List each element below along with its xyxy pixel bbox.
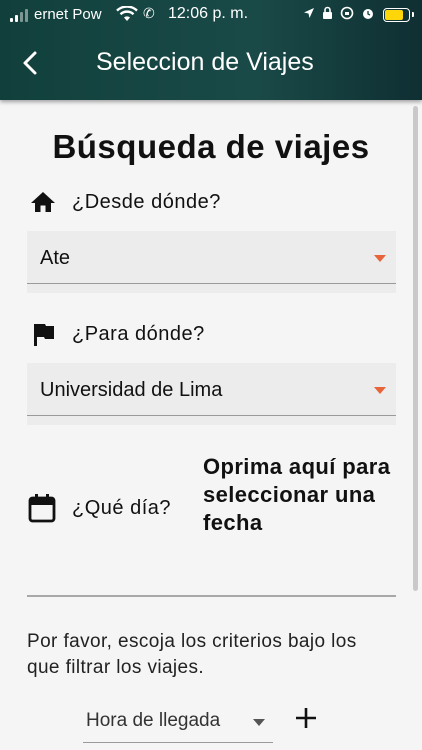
scrollbar[interactable] — [413, 106, 418, 591]
alarm-icon — [363, 9, 373, 19]
destination-dropdown-underlay — [27, 416, 396, 425]
select-date-button[interactable]: Oprima aquí para seleccionar una fecha — [203, 453, 393, 537]
dropdown-arrow-icon — [374, 387, 386, 394]
dropdown-arrow-icon — [374, 255, 386, 262]
chevron-down-icon — [253, 719, 265, 726]
home-icon — [31, 192, 55, 212]
chevron-left-icon[interactable] — [18, 50, 44, 76]
origin-selected-value: Ate — [40, 247, 71, 269]
origin-label: ¿Desde dónde? — [72, 191, 221, 213]
date-label: ¿Qué día? — [72, 497, 172, 519]
app-bar-title: Seleccion de Viajes — [96, 48, 314, 76]
destination-label: ¿Para dónde? — [72, 323, 205, 345]
origin-dropdown-underlay — [27, 284, 396, 293]
battery-icon — [383, 8, 414, 22]
rotation-lock-icon — [340, 6, 354, 20]
origin-dropdown[interactable]: Ate — [27, 231, 396, 284]
wifi-icon — [116, 6, 138, 21]
destination-dropdown[interactable]: Universidad de Lima — [27, 363, 396, 416]
filter-selected-value: Hora de llegada — [86, 710, 221, 731]
plus-icon[interactable] — [294, 706, 318, 730]
status-icons — [303, 6, 375, 20]
page-title: Búsqueda de viajes — [52, 128, 370, 165]
status-bar: ernet Pow ✆ 12:06 p. m. — [0, 0, 422, 30]
status-time: 12:06 p. m. — [168, 5, 249, 22]
app-header: ernet Pow ✆ 12:06 p. m. Seleccion de Via… — [0, 0, 422, 100]
flag-icon — [34, 324, 54, 346]
call-icon: ✆ — [143, 5, 155, 21]
location-icon — [304, 8, 314, 18]
signal-icon — [10, 9, 32, 22]
divider — [27, 595, 396, 597]
calendar-icon — [28, 494, 56, 523]
destination-selected-value: Universidad de Lima — [40, 379, 223, 401]
filter-criteria-dropdown[interactable]: Hora de llegada — [83, 706, 273, 743]
filter-instructions: Por favor, escoja los criterios bajo los… — [27, 631, 357, 678]
carrier-label: ernet Pow — [34, 6, 102, 23]
lock-icon — [323, 6, 332, 19]
